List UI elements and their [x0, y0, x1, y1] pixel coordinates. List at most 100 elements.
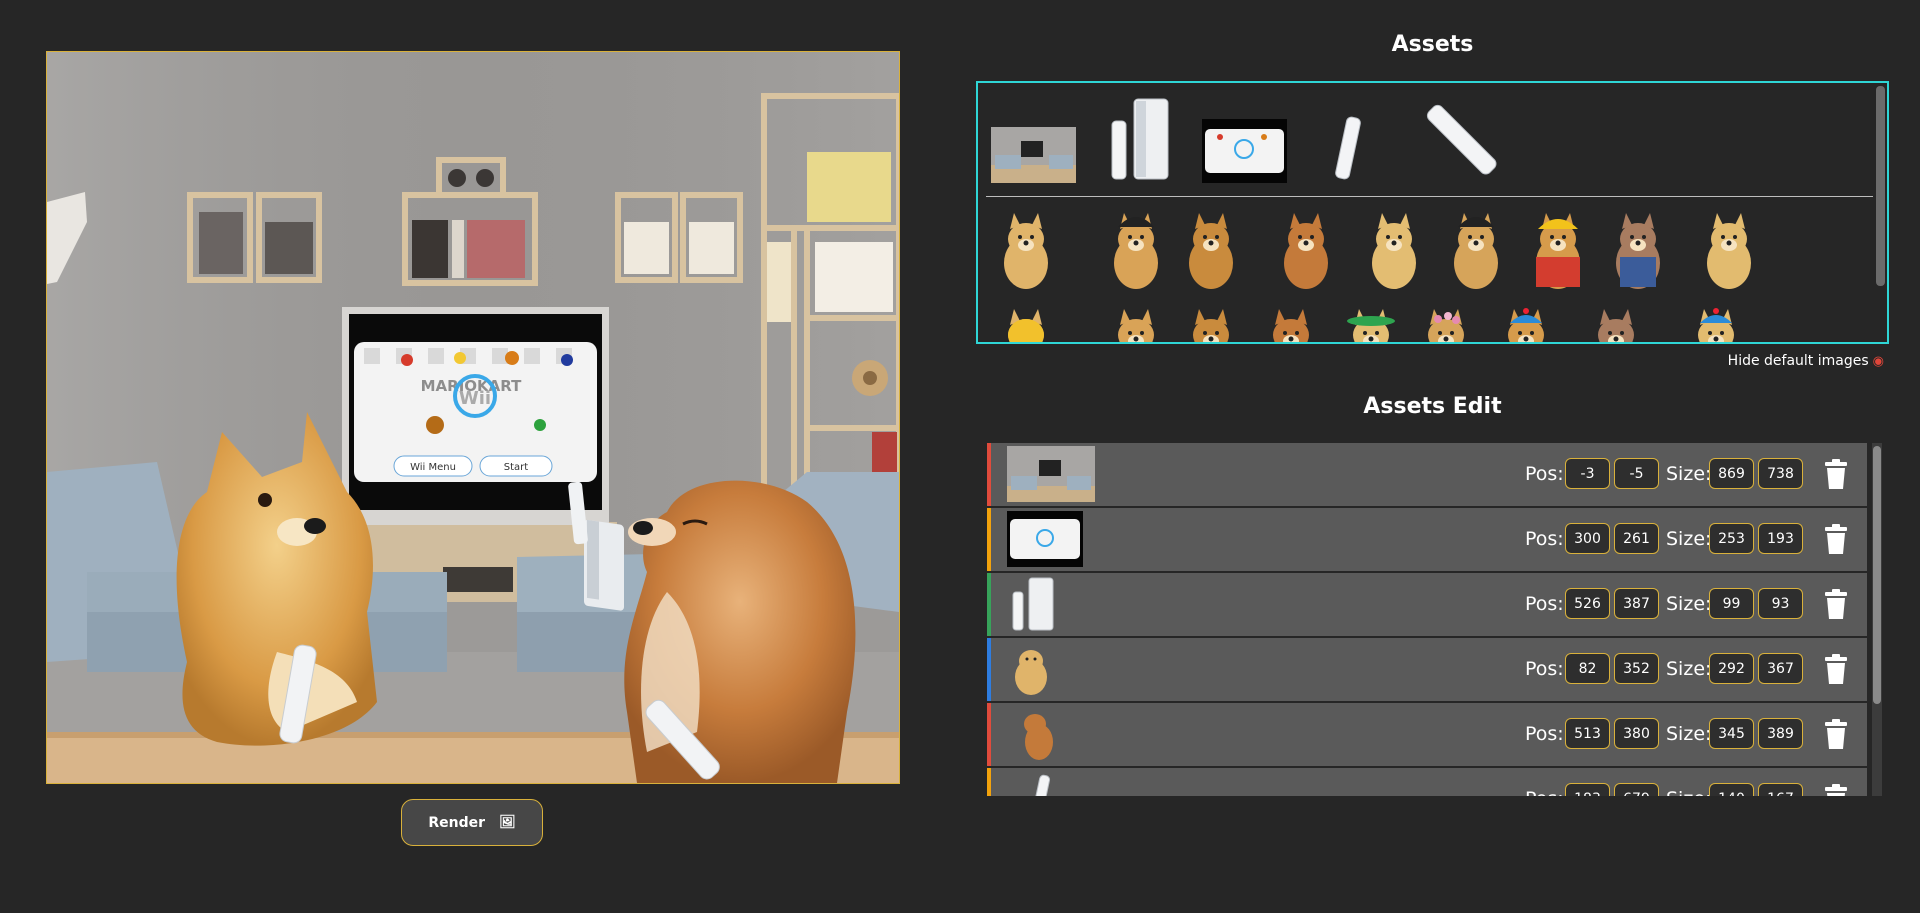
edit-scrollbar[interactable]: [1872, 443, 1882, 796]
mario-kart-screen: MARIOKART Wii Wii Menu Start: [354, 342, 597, 482]
pos-x-input[interactable]: -3: [1565, 458, 1610, 489]
asset-doge[interactable]: [1356, 207, 1432, 293]
asset-living-room[interactable]: [991, 127, 1076, 183]
row-thumb-doge: [1015, 650, 1047, 695]
pos-x-input[interactable]: 183: [1565, 783, 1610, 796]
pos-y-input[interactable]: 261: [1614, 523, 1659, 554]
pos-label: Pos:: [1525, 528, 1564, 550]
asset-doge-hardhat[interactable]: [1520, 207, 1596, 293]
size-h-input[interactable]: 93: [1758, 588, 1803, 619]
asset-doge-side[interactable]: [1691, 207, 1767, 293]
assets-edit-list[interactable]: Pos: -3 -5 Size: 869 738 Pos: 300 261 Size: 253 193…: [987, 443, 1882, 796]
render-button[interactable]: Render 🖼: [401, 799, 543, 846]
hide-defaults-toggle[interactable]: Hide default images ◉: [1728, 353, 1884, 369]
asset-doge-lying-2[interactable]: [1578, 303, 1654, 344]
asset-edit-row[interactable]: Pos:183 679 Size:140 167: [987, 768, 1867, 796]
pos-x-input[interactable]: 513: [1565, 718, 1610, 749]
assets-heading: Assets: [1391, 32, 1474, 57]
asset-buff-doge[interactable]: [1600, 207, 1676, 293]
size-label: Size:: [1666, 593, 1712, 615]
row-color-bar: [987, 638, 991, 701]
size-h-input[interactable]: 367: [1758, 653, 1803, 684]
asset-doge-cap[interactable]: [1678, 303, 1754, 344]
pos-y-input[interactable]: 352: [1614, 653, 1659, 684]
asset-doge-lying[interactable]: [1173, 207, 1249, 293]
asset-doge-yellow[interactable]: [988, 303, 1064, 344]
pos-y-input[interactable]: 387: [1614, 588, 1659, 619]
row-thumb-wii-console: [1012, 577, 1054, 631]
pos-x-input[interactable]: 82: [1565, 653, 1610, 684]
asset-wii-remote[interactable]: [1334, 113, 1364, 183]
pos-y-input[interactable]: -5: [1614, 458, 1659, 489]
size-w-input[interactable]: 345: [1709, 718, 1754, 749]
assets-scrollbar[interactable]: [1876, 86, 1885, 286]
size-w-input[interactable]: 869: [1709, 458, 1754, 489]
composition-canvas[interactable]: MARIOKART Wii Wii Menu Start: [46, 51, 900, 784]
asset-doge-small[interactable]: [1098, 303, 1174, 344]
pos-label: Pos:: [1525, 723, 1564, 745]
wii-logo: Wii: [459, 388, 491, 409]
trash-icon[interactable]: [1825, 784, 1847, 796]
asset-doge-sombrero[interactable]: [1333, 303, 1409, 344]
trash-icon[interactable]: [1825, 589, 1847, 619]
pos-label: Pos:: [1525, 658, 1564, 680]
size-w-input[interactable]: 99: [1709, 588, 1754, 619]
eye-slash-icon: ◉: [1872, 353, 1884, 369]
row-color-bar: [987, 573, 991, 636]
row-color-bar: [987, 768, 991, 796]
pos-label: Pos:: [1525, 593, 1564, 615]
pos-x-input[interactable]: 300: [1565, 523, 1610, 554]
asset-doge-hat[interactable]: [1438, 207, 1514, 293]
size-w-input[interactable]: 253: [1709, 523, 1754, 554]
row-color-bar: [987, 508, 991, 571]
size-label: Size:: [1666, 788, 1711, 796]
asset-edit-row[interactable]: Pos: 526 387 Size: 99 93: [987, 573, 1867, 638]
scene: MARIOKART Wii Wii Menu Start: [47, 52, 899, 783]
size-w-input[interactable]: 292: [1709, 653, 1754, 684]
asset-doge-beanie[interactable]: [1098, 207, 1174, 293]
image-icon: 🖼: [499, 815, 516, 830]
row-thumb-cheems: [1024, 714, 1053, 760]
asset-edit-row[interactable]: Pos: 82 352 Size: 292 367: [987, 638, 1867, 703]
cheems-sitting: [624, 480, 856, 783]
size-h-input[interactable]: 389: [1758, 718, 1803, 749]
svg-text:Wii Menu: Wii Menu: [410, 462, 456, 473]
render-label: Render: [428, 814, 486, 831]
size-h-input[interactable]: 738: [1758, 458, 1803, 489]
size-label: Size:: [1666, 723, 1712, 745]
asset-doge-propeller[interactable]: [1488, 303, 1564, 344]
trash-icon[interactable]: [1825, 459, 1847, 489]
assets-library[interactable]: [976, 81, 1889, 344]
size-label: Size:: [1666, 658, 1712, 680]
asset-edit-row[interactable]: Pos: 513 380 Size: 345 389: [987, 703, 1867, 768]
asset-wii-remote-tilted[interactable]: [1418, 97, 1503, 181]
trash-icon[interactable]: [1825, 654, 1847, 684]
row-thumb-wii-remote: [1029, 774, 1051, 796]
asset-edit-row[interactable]: Pos: 300 261 Size: 253 193: [987, 508, 1867, 573]
asset-wii-console[interactable]: [1106, 97, 1178, 181]
pos-x-input[interactable]: 526: [1565, 588, 1610, 619]
asset-doge-glasses[interactable]: [1173, 303, 1249, 344]
asset-doge-2[interactable]: [1253, 303, 1329, 344]
asset-doge-standing[interactable]: [988, 207, 1064, 293]
size-h-input[interactable]: 193: [1758, 523, 1803, 554]
row-color-bar: [987, 703, 991, 766]
trash-icon[interactable]: [1825, 524, 1847, 554]
asset-cheems-sitting[interactable]: [1268, 207, 1344, 293]
assets-divider: [986, 196, 1873, 197]
trash-icon[interactable]: [1825, 719, 1847, 749]
size-h-input[interactable]: 167: [1758, 783, 1803, 796]
size-label: Size:: [1666, 528, 1712, 550]
row-color-bar: [987, 443, 991, 506]
pos-y-input[interactable]: 380: [1614, 718, 1659, 749]
size-label: Size:: [1666, 463, 1712, 485]
asset-edit-row[interactable]: Pos: -3 -5 Size: 869 738: [987, 443, 1867, 508]
pos-label: Pos:: [1525, 463, 1564, 485]
assets-edit-heading: Assets Edit: [1363, 394, 1502, 419]
pos-y-input[interactable]: 679: [1614, 783, 1659, 796]
asset-doge-flowers[interactable]: [1408, 303, 1484, 344]
size-w-input[interactable]: 140: [1709, 783, 1754, 796]
hide-defaults-label: Hide default images: [1727, 353, 1869, 369]
asset-mario-kart-screen[interactable]: [1202, 119, 1287, 183]
svg-text:Start: Start: [504, 462, 529, 473]
